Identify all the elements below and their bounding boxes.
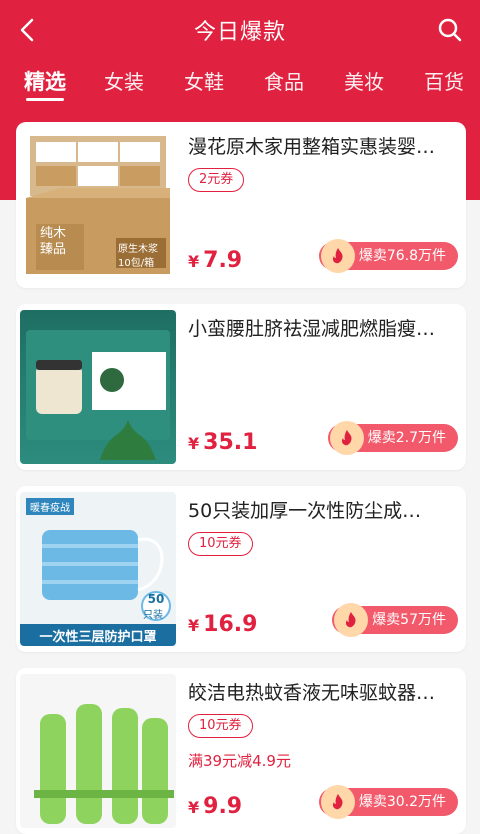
sales-badge: 爆卖76.8万件 (318, 239, 458, 273)
sales-text: 爆卖30.2万件 (358, 794, 446, 810)
box-label-material: 原生木浆 (118, 244, 158, 255)
product-title[interactable]: 漫花原木家用整箱实惠装婴… (188, 132, 460, 159)
product-card[interactable]: 皎洁电热蚊香液无味驱蚊器… 10元券 满39元减4.9元 ¥9.9 爆卖30.2… (16, 668, 466, 834)
coupon-badge[interactable]: 10元券 (188, 532, 253, 556)
top-bar: 今日爆款 (0, 0, 480, 58)
fire-icon (320, 785, 355, 819)
sales-text: 爆卖2.7万件 (367, 430, 446, 446)
sales-badge: 爆卖30.2万件 (318, 785, 458, 819)
tab-food[interactable]: 食品 (264, 66, 304, 95)
fire-icon (329, 421, 364, 455)
price-value: 35.1 (203, 430, 258, 455)
price-value: 7.9 (203, 248, 243, 273)
sales-text: 爆卖57万件 (372, 612, 446, 628)
box-label-bottom: 臻品 (40, 242, 67, 257)
product-card[interactable]: 暖春疫战 50 只装 一次性三层防护口罩 50只装加厚一次性防尘成… 10元券 … (16, 486, 466, 652)
currency-symbol: ¥ (188, 434, 200, 453)
product-title[interactable]: 50只装加厚一次性防尘成… (188, 496, 460, 523)
sales-badge: 爆卖2.7万件 (327, 421, 458, 455)
fire-icon (320, 239, 355, 273)
product-image: 暖春疫战 50 只装 一次性三层防护口罩 (20, 492, 176, 646)
product-title[interactable]: 皎洁电热蚊香液无味驱蚊器… (188, 678, 460, 705)
category-tabs: 精选 女装 女鞋 食品 美妆 百货 (0, 62, 480, 102)
pack-number: 50 (147, 592, 165, 606)
currency-symbol: ¥ (188, 798, 200, 817)
box-label-top: 纯木 (40, 226, 67, 241)
pack-unit: 只装 (143, 610, 163, 621)
search-button[interactable] (432, 12, 468, 48)
promo-text: 满39元减4.9元 (188, 752, 291, 770)
product-title[interactable]: 小蛮腰肚脐祛湿减肥燃脂瘦… (188, 314, 460, 341)
sales-text: 爆卖76.8万件 (358, 248, 446, 264)
product-image (20, 674, 176, 828)
product-price: ¥16.9 (188, 612, 257, 637)
currency-symbol: ¥ (188, 252, 200, 271)
product-price: ¥7.9 (188, 248, 242, 273)
product-card[interactable]: 小蛮腰肚脐祛湿减肥燃脂瘦… ¥35.1 爆卖2.7万件 (16, 304, 466, 470)
product-price: ¥35.1 (188, 430, 257, 455)
product-price: ¥9.9 (188, 794, 242, 819)
price-value: 16.9 (203, 612, 258, 637)
tab-general-goods[interactable]: 百货 (424, 66, 464, 95)
sales-badge: 爆卖57万件 (332, 603, 458, 637)
active-tab-indicator (26, 98, 64, 101)
price-value: 9.9 (203, 794, 243, 819)
tab-womens-clothing[interactable]: 女装 (104, 66, 144, 95)
product-image: 纯木 臻品 原生木浆 10包/箱 (20, 128, 176, 282)
currency-symbol: ¥ (188, 616, 200, 635)
coupon-badge[interactable]: 2元券 (188, 168, 245, 192)
tab-selected[interactable]: 精选 (24, 66, 66, 96)
tab-beauty[interactable]: 美妆 (344, 66, 384, 95)
search-icon (438, 18, 462, 42)
box-label-count: 10包/箱 (118, 258, 155, 269)
image-caption: 一次性三层防护口罩 (39, 630, 157, 645)
page-title: 今日爆款 (193, 20, 286, 45)
image-tag: 暖春疫战 (26, 498, 74, 515)
product-image (20, 310, 176, 464)
tab-womens-shoes[interactable]: 女鞋 (184, 66, 224, 95)
coupon-badge[interactable]: 10元券 (188, 714, 253, 738)
fire-icon (334, 603, 369, 637)
product-card[interactable]: 纯木 臻品 原生木浆 10包/箱 漫花原木家用整箱实惠装婴… 2元券 ¥7.9 … (16, 122, 466, 288)
